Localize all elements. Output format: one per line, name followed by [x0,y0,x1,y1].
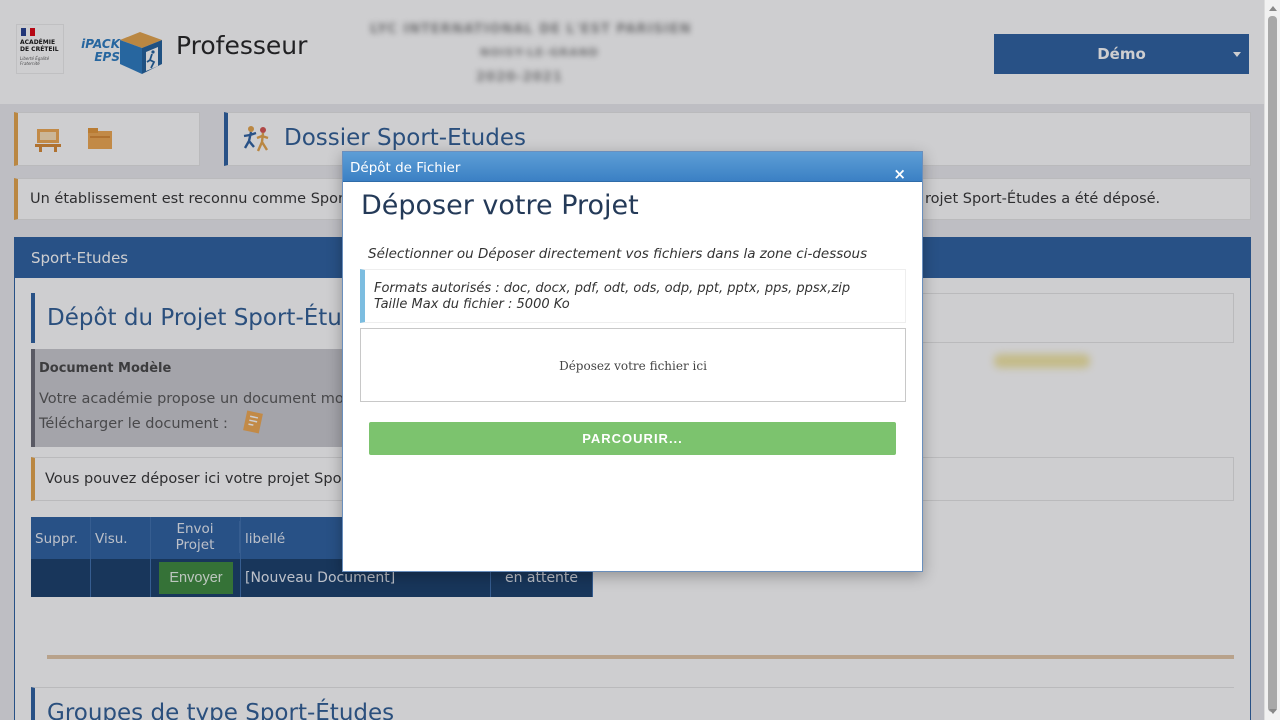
modal-instruction: Sélectionner ou Déposer directement vos … [368,246,868,262]
modal-header-title: Dépôt de Fichier [350,160,461,176]
allowed-formats-text: Formats autorisés : doc, docx, pdf, odt,… [374,281,851,296]
allowed-formats-box: Formats autorisés : doc, docx, pdf, odt,… [360,269,906,323]
browse-button[interactable]: PARCOURIR... [369,422,896,455]
scrollbar-thumb[interactable] [1268,16,1277,712]
file-upload-modal: Dépôt de Fichier × Déposer votre Projet … [342,151,923,572]
max-size-text: Taille Max du fichier : 5000 Ko [374,297,570,312]
modal-title: Déposer votre Projet [361,190,639,221]
modal-header: Dépôt de Fichier × [343,152,922,182]
file-dropzone[interactable]: Déposez votre fichier ici [360,328,906,402]
page-scrollbar[interactable] [1264,0,1280,720]
scroll-down-icon[interactable] [1269,709,1277,714]
close-icon[interactable]: × [893,167,906,182]
scroll-up-icon[interactable] [1269,6,1277,11]
